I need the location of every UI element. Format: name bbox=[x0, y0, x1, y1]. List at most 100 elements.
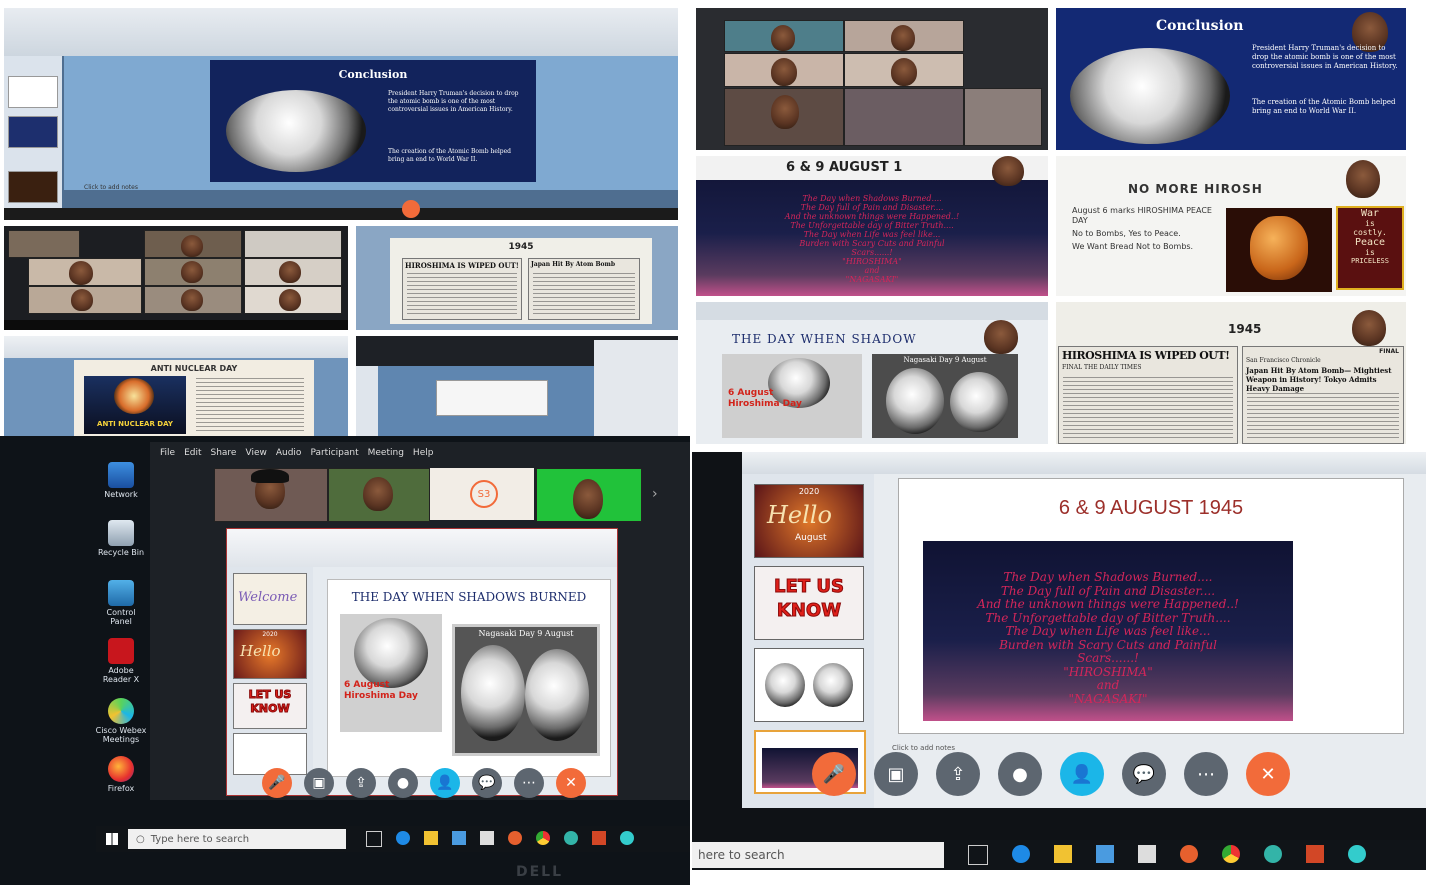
firefox-icon[interactable] bbox=[1180, 845, 1198, 863]
icon-label: Network bbox=[104, 490, 138, 499]
video-tile-7[interactable] bbox=[964, 88, 1042, 146]
video-tile-3[interactable] bbox=[244, 230, 342, 258]
slide-thumbnail-pane[interactable] bbox=[4, 56, 62, 220]
end-meeting-button[interactable]: ✕ bbox=[1246, 752, 1290, 796]
hiroshima-image: 6 August Hiroshima Day bbox=[722, 354, 862, 438]
edge-icon[interactable] bbox=[564, 831, 578, 845]
thumb-text: Welcome bbox=[238, 590, 298, 605]
desktop-icon-firefox[interactable]: Firefox bbox=[86, 756, 156, 793]
video-tile-4[interactable] bbox=[28, 258, 142, 286]
chevron-right-icon[interactable]: › bbox=[652, 486, 658, 502]
taskbar-search-box[interactable]: ○ Type here to search bbox=[128, 829, 346, 849]
firefox-icon[interactable] bbox=[508, 831, 522, 845]
webex-icon[interactable] bbox=[620, 831, 634, 845]
video-button[interactable]: ▣ bbox=[304, 768, 334, 798]
video-tile-9[interactable] bbox=[244, 286, 342, 314]
newspaper-left: HIROSHIMA IS WIPED OUT! FINAL THE DAILY … bbox=[1058, 346, 1238, 444]
mute-button[interactable]: 🎤 bbox=[262, 768, 292, 798]
chrome-icon[interactable] bbox=[1222, 845, 1240, 863]
desktop-icon-recycle-bin[interactable]: Recycle Bin bbox=[86, 520, 156, 557]
edge-icon[interactable] bbox=[1012, 845, 1030, 863]
mail-icon[interactable] bbox=[480, 831, 494, 845]
menu-audio[interactable]: Audio bbox=[276, 448, 302, 458]
menu-share[interactable]: Share bbox=[211, 448, 237, 458]
mushroom-cloud-image bbox=[226, 90, 366, 172]
share-button[interactable]: ⇪ bbox=[936, 752, 980, 796]
record-button[interactable]: ● bbox=[998, 752, 1042, 796]
slide-thumbnail[interactable] bbox=[8, 76, 58, 108]
video-tile-6[interactable] bbox=[244, 258, 342, 286]
mushroom-cloud-image bbox=[765, 663, 805, 707]
video-tile-7[interactable] bbox=[28, 286, 142, 314]
desktop-icon-control-panel[interactable]: Control Panel bbox=[86, 580, 156, 626]
slide-thumbnail-pane[interactable]: Welcome 2020 Hello LET US KNOW bbox=[227, 567, 313, 795]
menu-view[interactable]: View bbox=[245, 448, 266, 458]
participant-video-4[interactable] bbox=[536, 468, 642, 522]
video-tile-4[interactable] bbox=[844, 53, 964, 87]
end-call-button[interactable] bbox=[402, 200, 420, 218]
video-button[interactable]: ▣ bbox=[874, 752, 918, 796]
chrome-icon[interactable] bbox=[536, 831, 550, 845]
taskbar bbox=[4, 320, 348, 330]
notes-area[interactable]: Click to add notes bbox=[892, 744, 955, 752]
video-tile-8[interactable] bbox=[144, 286, 242, 314]
video-tile-1[interactable] bbox=[724, 20, 844, 52]
desktop-icon-adobe-reader[interactable]: Adobe Reader X bbox=[86, 638, 156, 684]
participant-tile-3[interactable]: S3 bbox=[430, 468, 534, 520]
menu-file[interactable]: File bbox=[160, 448, 175, 458]
mail-icon[interactable] bbox=[1138, 845, 1156, 863]
slide-thumbnail[interactable] bbox=[8, 171, 58, 203]
slide-thumbnail[interactable] bbox=[8, 116, 58, 148]
slide-thumbnail-hello[interactable]: 2020 Hello August bbox=[754, 484, 864, 558]
slide-thumbnail-welcome[interactable]: Welcome bbox=[233, 573, 307, 625]
slide-thumbnail-letus[interactable]: LET US KNOW bbox=[754, 566, 864, 640]
notes-area[interactable]: Click to add notes bbox=[84, 184, 138, 191]
more-button[interactable]: ⋯ bbox=[514, 768, 544, 798]
participants-button[interactable]: 👤 bbox=[430, 768, 460, 798]
participants-button[interactable]: 👤 bbox=[1060, 752, 1104, 796]
file-explorer-icon[interactable] bbox=[424, 831, 438, 845]
participant-video-2[interactable] bbox=[328, 468, 430, 522]
video-tile-6[interactable] bbox=[844, 88, 964, 146]
icon-label: Adobe Reader X bbox=[102, 666, 140, 684]
video-tile-2[interactable] bbox=[844, 20, 964, 52]
record-button[interactable]: ● bbox=[388, 768, 418, 798]
video-tile-5[interactable] bbox=[724, 88, 844, 146]
chat-button[interactable]: 💬 bbox=[1122, 752, 1166, 796]
share-button[interactable]: ⇪ bbox=[346, 768, 376, 798]
video-tile-5[interactable] bbox=[144, 258, 242, 286]
slide-thumbnail-pane[interactable] bbox=[356, 366, 378, 436]
menu-meeting[interactable]: Meeting bbox=[368, 448, 404, 458]
taskbar-icons bbox=[968, 845, 1366, 865]
store-icon[interactable] bbox=[1096, 845, 1114, 863]
powerpoint-icon[interactable] bbox=[592, 831, 606, 845]
more-button[interactable]: ⋯ bbox=[1184, 752, 1228, 796]
edge-icon[interactable] bbox=[1264, 845, 1282, 863]
video-tile-1[interactable] bbox=[8, 230, 80, 258]
participant-video-1[interactable] bbox=[214, 468, 328, 522]
mute-button[interactable]: 🎤 bbox=[812, 752, 856, 796]
menu-participant[interactable]: Participant bbox=[310, 448, 358, 458]
webex-icon[interactable] bbox=[1348, 845, 1366, 863]
file-explorer-icon[interactable] bbox=[1054, 845, 1072, 863]
desktop-icon-network[interactable]: Network bbox=[86, 462, 156, 499]
menu-edit[interactable]: Edit bbox=[184, 448, 201, 458]
store-icon[interactable] bbox=[452, 831, 466, 845]
image-caption: 6 August Hiroshima Day bbox=[344, 680, 418, 701]
end-meeting-button[interactable]: ✕ bbox=[556, 768, 586, 798]
task-view-icon[interactable] bbox=[968, 845, 988, 865]
slide-thumbnail-hello[interactable]: 2020 Hello bbox=[233, 629, 307, 679]
chat-button[interactable]: 💬 bbox=[472, 768, 502, 798]
menu-help[interactable]: Help bbox=[413, 448, 434, 458]
edge-icon[interactable] bbox=[396, 831, 410, 845]
windows-start-icon[interactable] bbox=[106, 833, 118, 845]
video-tile-2[interactable] bbox=[144, 230, 242, 258]
taskbar-search-box[interactable]: here to search bbox=[692, 842, 944, 868]
video-tile-3[interactable] bbox=[724, 53, 844, 87]
slide-thumbnail-shadows[interactable] bbox=[754, 648, 864, 722]
task-view-icon[interactable] bbox=[366, 831, 382, 847]
powerpoint-icon[interactable] bbox=[1306, 845, 1324, 863]
slide-thumbnail-letus[interactable]: LET US KNOW bbox=[233, 683, 307, 729]
desktop-icon-cisco-webex[interactable]: Cisco Webex Meetings bbox=[86, 698, 156, 744]
sign-text: Peace bbox=[1354, 237, 1386, 248]
